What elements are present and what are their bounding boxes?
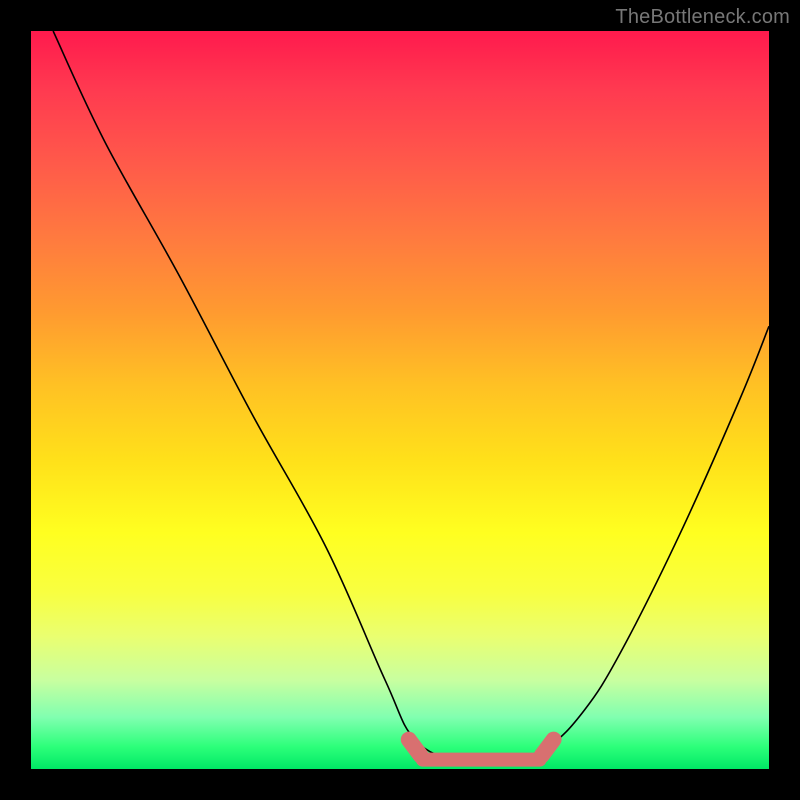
- chart-stage: TheBottleneck.com: [0, 0, 800, 800]
- optimal-edge-right: [542, 740, 554, 756]
- plot-area: [31, 31, 769, 769]
- optimal-edge-left: [409, 740, 421, 756]
- bottleneck-curve: [53, 31, 769, 764]
- watermark-text: TheBottleneck.com: [615, 6, 790, 29]
- curve-layer: [31, 31, 769, 769]
